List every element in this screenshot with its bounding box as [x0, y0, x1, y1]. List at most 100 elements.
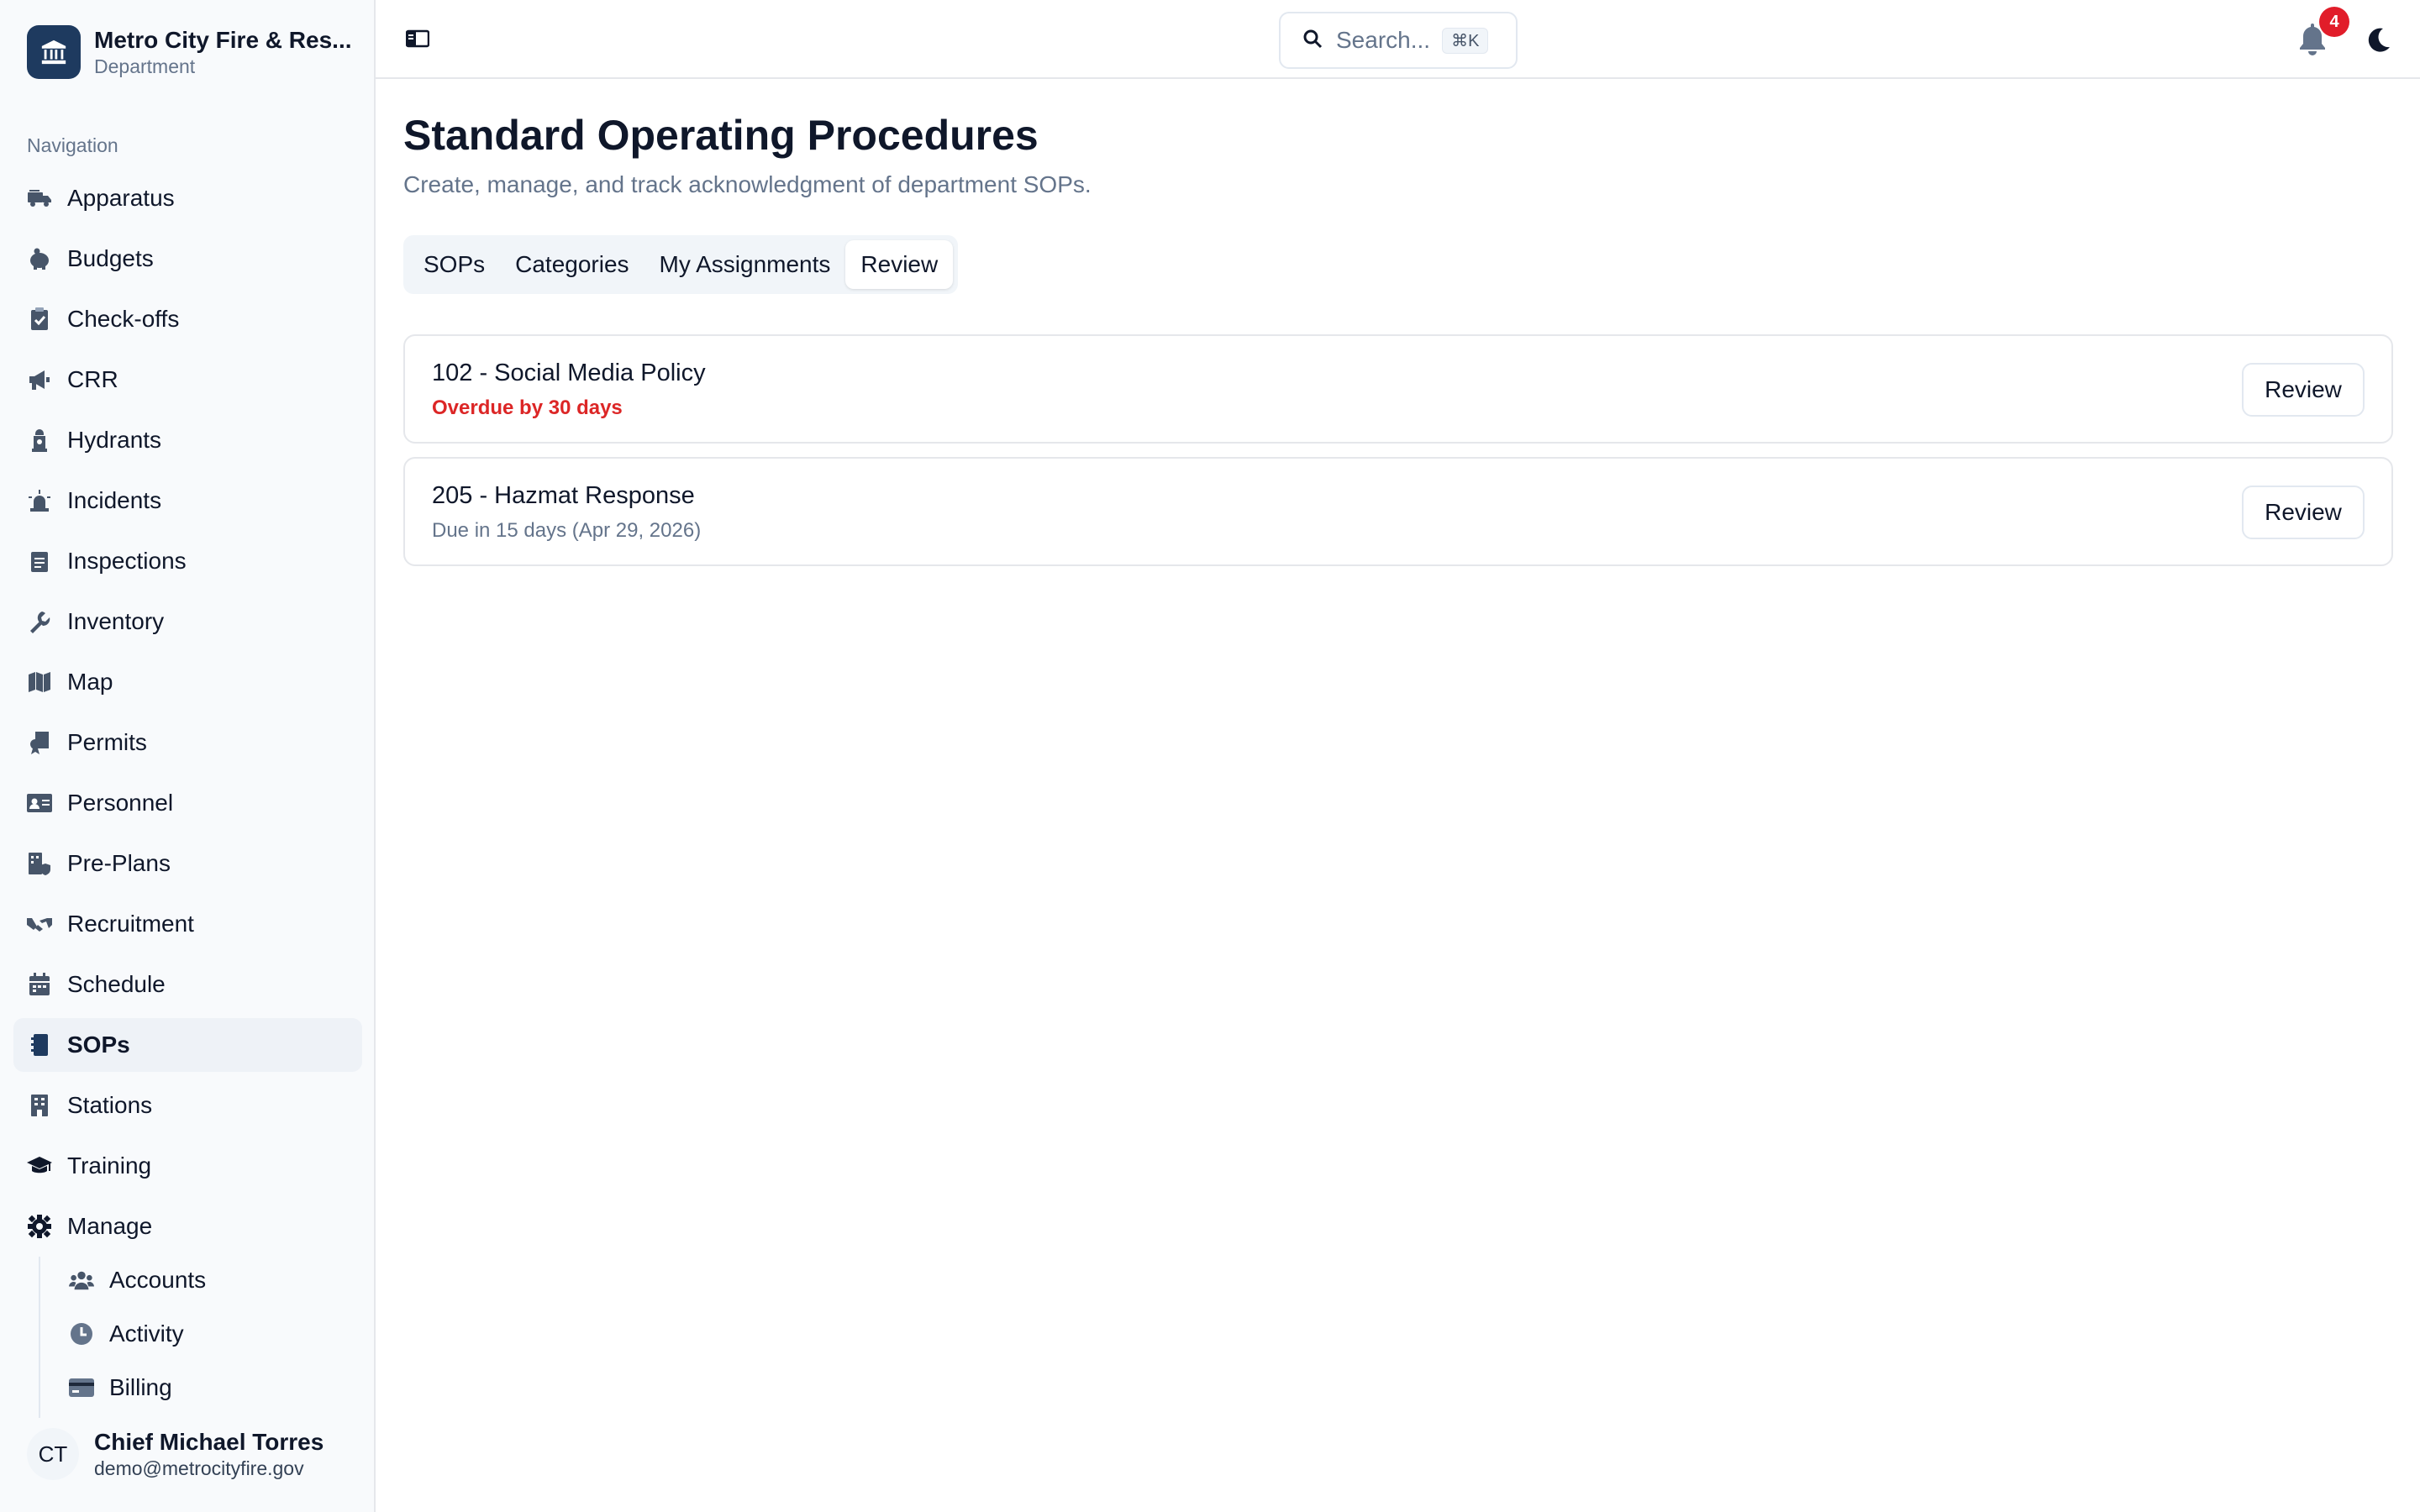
sidebar-item-label: Hydrants — [67, 427, 162, 453]
sidebar-item-label: SOPs — [67, 1032, 130, 1058]
sidebar-item-label: Incidents — [67, 487, 162, 513]
review-item-status: Overdue by 30 days — [432, 396, 623, 419]
sidebar-item-label: CRR — [67, 366, 118, 392]
sidebar-item-billing[interactable]: Billing — [40, 1364, 362, 1411]
sidebar-item-stations[interactable]: Stations — [13, 1079, 362, 1132]
search-icon — [1302, 29, 1323, 53]
sidebar-item-pre-plans[interactable]: Pre-Plans — [13, 837, 362, 890]
sidebar-toggle-icon[interactable] — [405, 29, 430, 49]
sidebar-item-permits[interactable]: Permits — [13, 716, 362, 769]
top-header: Search... ⌘K 4 — [376, 0, 2420, 79]
sidebar-item-label: Activity — [109, 1320, 184, 1347]
permit-icon — [27, 730, 52, 755]
list-item: 102 - Social Media Policy Overdue by 30 … — [403, 334, 2393, 444]
sidebar-item-label: Recruitment — [67, 911, 194, 937]
org-type: Department — [94, 55, 196, 77]
fire-truck-icon — [27, 186, 52, 211]
notification-badge: 4 — [2319, 7, 2349, 37]
sidebar-item-personnel[interactable]: Personnel — [13, 776, 362, 830]
sidebar-item-inspections[interactable]: Inspections — [13, 534, 362, 588]
nav-heading: Navigation — [27, 134, 118, 156]
sidebar-item-map[interactable]: Map — [13, 655, 362, 709]
search-placeholder: Search... — [1336, 27, 1431, 53]
org-switcher[interactable]: Metro City Fire & Res... Department — [27, 25, 355, 79]
search-input[interactable]: Search... ⌘K — [1279, 12, 1518, 69]
review-button[interactable]: Review — [2242, 363, 2365, 417]
sidebar-item-crr[interactable]: CRR — [13, 353, 362, 407]
book-icon — [27, 1032, 52, 1058]
review-item-title: 205 - Hazmat Response — [432, 482, 695, 509]
sidebar-item-hydrants[interactable]: Hydrants — [13, 413, 362, 467]
review-item-status: Due in 15 days (Apr 29, 2026) — [432, 519, 702, 542]
sidebar-item-label: Inspections — [67, 548, 187, 574]
calendar-icon — [27, 972, 52, 997]
search-shortcut: ⌘K — [1442, 27, 1489, 54]
sidebar-item-schedule[interactable]: Schedule — [13, 958, 362, 1011]
clipboard-list-icon — [27, 549, 52, 574]
sidebar-item-apparatus[interactable]: Apparatus — [13, 171, 362, 225]
building-icon — [27, 1093, 52, 1118]
review-item-title: 102 - Social Media Policy — [432, 360, 706, 386]
sidebar: Metro City Fire & Res... Department Navi… — [0, 0, 376, 1512]
sidebar-item-label: Personnel — [67, 790, 174, 816]
page-title: Standard Operating Procedures — [403, 112, 1039, 159]
sidebar-item-label: Schedule — [67, 971, 166, 997]
sidebar-item-activity[interactable]: Activity — [40, 1310, 362, 1357]
sidebar-item-recruitment[interactable]: Recruitment — [13, 897, 362, 951]
manage-submenu: Accounts Activity Billing — [39, 1257, 362, 1418]
sidebar-item-label: Check-offs — [67, 306, 180, 332]
sidebar-item-label: Billing — [109, 1374, 172, 1400]
user-email: demo@metrocityfire.gov — [94, 1457, 304, 1479]
hydrant-icon — [27, 428, 52, 453]
sidebar-item-label: Inventory — [67, 608, 165, 634]
review-button[interactable]: Review — [2242, 486, 2365, 539]
sidebar-item-sops[interactable]: SOPs — [13, 1018, 362, 1072]
tab-categories[interactable]: Categories — [500, 240, 644, 289]
sidebar-item-label: Permits — [67, 729, 147, 755]
sidebar-item-inventory[interactable]: Inventory — [13, 595, 362, 648]
megaphone-icon — [27, 367, 52, 392]
sidebar-item-label: Pre-Plans — [67, 850, 171, 876]
main-content: Standard Operating Procedures Create, ma… — [403, 109, 2393, 580]
sidebar-item-manage[interactable]: Manage — [13, 1200, 362, 1253]
sidebar-item-label: Apparatus — [67, 185, 175, 211]
clipboard-check-icon — [27, 307, 52, 332]
list-item: 205 - Hazmat Response Due in 15 days (Ap… — [403, 457, 2393, 566]
avatar: CT — [27, 1428, 79, 1480]
sidebar-item-label: Manage — [67, 1213, 153, 1239]
moon-icon[interactable] — [2365, 25, 2393, 54]
sidebar-item-training[interactable]: Training — [13, 1139, 362, 1193]
handshake-icon — [27, 911, 52, 937]
gear-icon — [27, 1214, 52, 1239]
clock-icon — [69, 1321, 94, 1347]
building-shield-icon — [27, 851, 52, 876]
sidebar-item-budgets[interactable]: Budgets — [13, 232, 362, 286]
user-menu[interactable]: CT Chief Michael Torres demo@metrocityfi… — [27, 1428, 324, 1480]
page-subtitle: Create, manage, and track acknowledgment… — [403, 171, 1092, 197]
org-name: Metro City Fire & Res... — [94, 27, 352, 53]
sidebar-item-label: Stations — [67, 1092, 153, 1118]
tab-my-assignments[interactable]: My Assignments — [644, 240, 846, 289]
sidebar-item-label: Budgets — [67, 245, 154, 271]
sidebar-item-check-offs[interactable]: Check-offs — [13, 292, 362, 346]
nav-list: Apparatus Budgets Check-offs CRR Hydrant… — [13, 171, 362, 1260]
tab-sops[interactable]: SOPs — [408, 240, 500, 289]
sidebar-item-accounts[interactable]: Accounts — [40, 1257, 362, 1304]
credit-card-icon — [69, 1375, 94, 1400]
org-logo-icon — [27, 25, 81, 79]
sidebar-item-label: Training — [67, 1152, 152, 1179]
piggy-bank-icon — [27, 246, 52, 271]
siren-icon — [27, 488, 52, 513]
graduation-cap-icon — [27, 1153, 52, 1179]
review-list: 102 - Social Media Policy Overdue by 30 … — [403, 334, 2393, 566]
users-icon — [69, 1268, 94, 1293]
wrench-icon — [27, 609, 52, 634]
id-card-icon — [27, 790, 52, 816]
sidebar-item-label: Map — [67, 669, 113, 695]
map-icon — [27, 669, 52, 695]
user-name: Chief Michael Torres — [94, 1429, 324, 1455]
sidebar-item-incidents[interactable]: Incidents — [13, 474, 362, 528]
tab-review[interactable]: Review — [845, 240, 954, 289]
tab-list: SOPs Categories My Assignments Review — [403, 235, 959, 294]
sidebar-item-label: Accounts — [109, 1267, 207, 1293]
